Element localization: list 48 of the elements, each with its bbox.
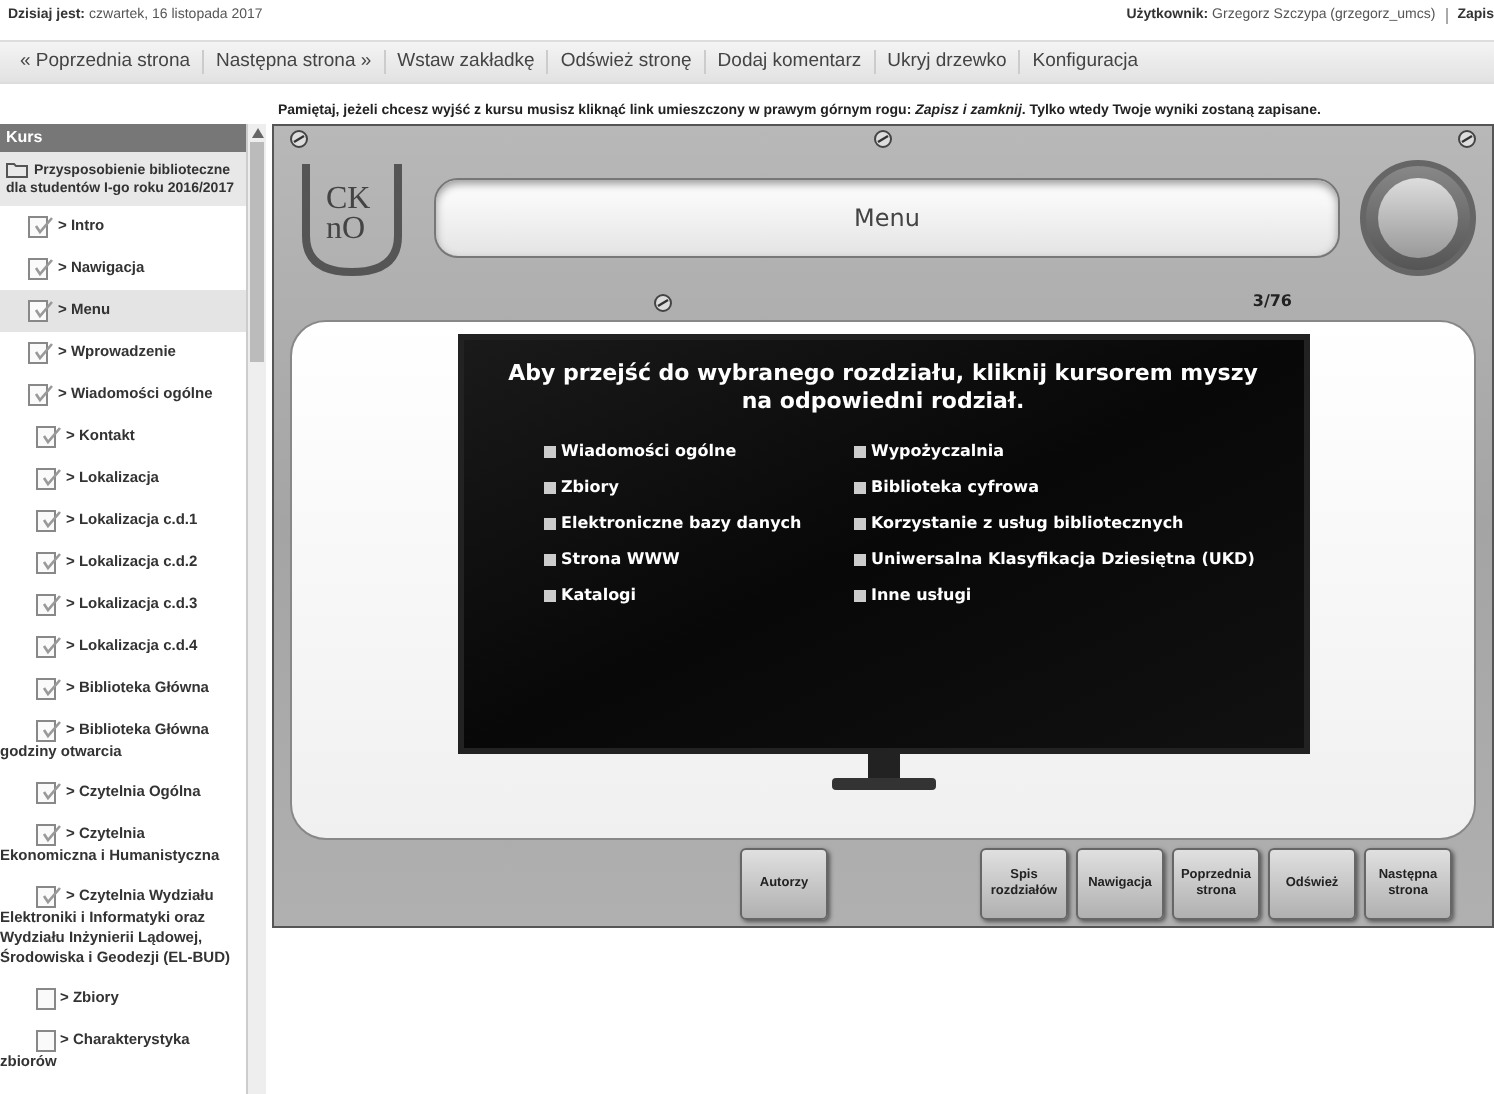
toolbar-link[interactable]: « Poprzednia strona — [20, 47, 191, 77]
checked-page-icon — [28, 342, 54, 364]
slide-title: Menu — [854, 202, 920, 236]
checked-page-icon — [36, 782, 62, 804]
checked-page-icon — [36, 636, 62, 658]
checked-page-icon — [36, 678, 62, 700]
instruction-text: Aby przejść do wybranego rozdziału, kliknij kursorem myszy na odpowiedni rodział. — [506, 360, 1260, 416]
page-icon — [36, 988, 56, 1010]
chapter-link[interactable]: Elektroniczne bazy danych — [543, 512, 833, 534]
toolbar-link[interactable]: Następna strona » — [216, 47, 372, 77]
logo-text: CK — [326, 184, 371, 214]
checked-page-icon — [36, 552, 62, 574]
toolbar-link[interactable]: Dodaj komentarz — [717, 47, 862, 77]
screw-icon — [290, 130, 308, 148]
checked-page-icon — [36, 886, 62, 908]
chapter-link[interactable]: Strona WWW — [543, 548, 833, 570]
page-icon — [36, 1030, 56, 1052]
toolbar-link[interactable]: Odśwież stronę — [560, 47, 692, 77]
chapter-link[interactable]: Inne usługi — [853, 584, 1255, 606]
chapter-link[interactable]: Wypożyczalnia — [853, 440, 1255, 462]
chapter-link[interactable]: Wiadomości ogólne — [543, 440, 833, 462]
checked-page-icon — [36, 594, 62, 616]
scrollbar-thumb[interactable] — [250, 142, 264, 362]
screw-icon — [1458, 130, 1476, 148]
sidebar-title: Kurs — [0, 124, 246, 152]
toolbar-link[interactable]: Ukryj drzewko — [887, 47, 1007, 77]
screw-icon — [654, 293, 672, 311]
folder-icon — [6, 162, 28, 179]
checked-page-icon — [28, 216, 54, 238]
checked-page-icon — [36, 468, 62, 490]
toolbar-link[interactable]: Konfiguracja — [1032, 47, 1139, 77]
chapter-link[interactable]: Katalogi — [543, 584, 833, 606]
toolbar-link[interactable]: Wstaw zakładkę — [397, 47, 535, 77]
chapter-link[interactable]: Uniwersalna Klasyfikacja Dziesiętna (UKD) — [853, 548, 1255, 570]
page-counter: 3/76 — [1252, 290, 1292, 314]
chapter-link[interactable]: Zbiory — [543, 476, 833, 498]
chapter-link[interactable]: Korzystanie z usług bibliotecznych — [853, 512, 1255, 534]
checked-page-icon — [36, 510, 62, 532]
checked-page-icon — [36, 426, 62, 448]
checked-page-icon — [28, 384, 54, 406]
checked-page-icon — [28, 258, 54, 280]
scroll-up-icon[interactable] — [251, 128, 263, 138]
screw-icon — [874, 130, 892, 148]
checked-page-icon — [36, 720, 62, 742]
checked-page-icon — [28, 300, 54, 322]
checked-page-icon — [36, 824, 62, 846]
logo-text: nO — [326, 214, 368, 244]
chapter-link[interactable]: Biblioteka cyfrowa — [853, 476, 1255, 498]
